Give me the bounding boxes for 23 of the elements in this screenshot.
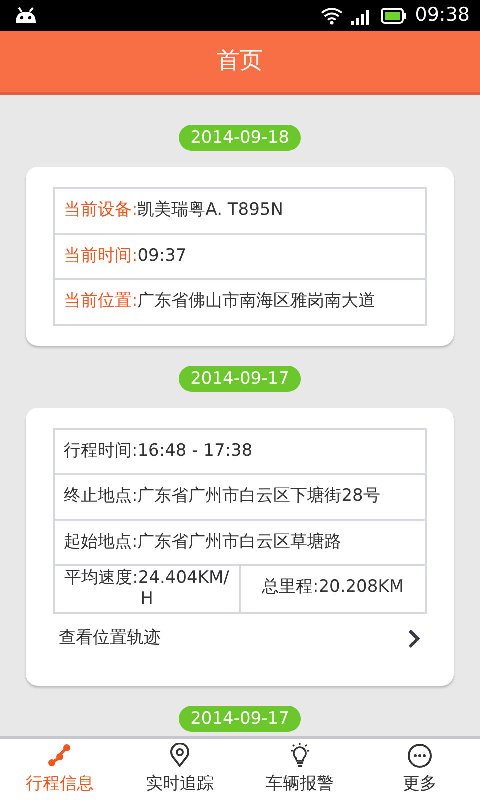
info-text: 起始地点:广东省广州市白云区草塘路	[63, 530, 343, 554]
info-text: 终止地点:广东省广州市白云区下塘街28号	[63, 485, 382, 508]
wifi-icon	[321, 6, 344, 24]
date-badge: 2014-09-18	[178, 125, 302, 151]
more-icon	[407, 743, 433, 769]
track-link[interactable]: 查看位置轨迹	[53, 614, 427, 666]
info-text: 当前设备:凯美瑞粤A. T895N	[63, 199, 284, 222]
date-badge: 2014-09-17	[178, 366, 302, 392]
route-icon	[47, 743, 73, 769]
tab[interactable]: 车辆报警	[240, 739, 360, 800]
android-icon	[14, 6, 38, 24]
info-text: 当前位置:广东省佛山市南海区雅岗南大道	[63, 290, 377, 313]
chevron-right-icon	[407, 628, 421, 649]
status-time: 09:38	[415, 3, 470, 28]
tab[interactable]: 更多	[360, 739, 480, 800]
page-title: 首页	[217, 47, 263, 76]
date-badge: 2014-09-17	[178, 706, 302, 732]
info-text: 总里程:20.208KM	[239, 566, 425, 612]
info-text: 当前时间:09:37	[63, 244, 188, 268]
battery-icon	[381, 8, 408, 24]
info-text: 平均速度:24.404KM/H	[64, 567, 230, 611]
info-text: 行程时间:16:48 - 17:38	[63, 440, 254, 462]
tab[interactable]: 实时追踪	[120, 739, 240, 800]
